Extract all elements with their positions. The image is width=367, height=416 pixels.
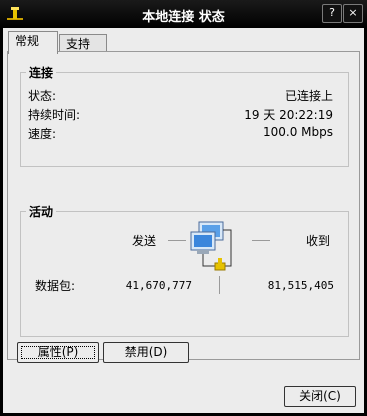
tab-general[interactable]: 常规 <box>8 31 58 54</box>
received-label: 收到 <box>306 234 331 248</box>
properties-button[interactable]: 属性(P) <box>17 342 99 363</box>
received-divider <box>252 240 270 241</box>
close-button[interactable]: 关闭(C) <box>284 386 356 407</box>
packets-divider <box>219 276 220 294</box>
status-value: 已连接上 <box>284 89 333 103</box>
tab-panel-general: 连接 状态: 已连接上 持续时间: 19 天 20:22:19 速度: 100.… <box>7 51 360 360</box>
help-button[interactable]: ? <box>322 4 342 23</box>
duration-label: 持续时间: <box>28 108 81 122</box>
network-computers-icon <box>190 221 232 271</box>
sent-label: 发送 <box>132 234 157 248</box>
status-label: 状态: <box>28 89 57 103</box>
tab-general-label: 常规 <box>15 34 40 48</box>
packets-sent-value: 41,670,777 <box>125 279 192 292</box>
dialog-body: 常规 支持 连接 状态: 已连接上 持续时间: 19 天 20:22:19 速度… <box>3 28 364 413</box>
connection-group: 连接 状态: 已连接上 持续时间: 19 天 20:22:19 速度: 100.… <box>20 64 349 167</box>
activity-group-title: 活动 <box>26 203 57 220</box>
window-title: 本地连接 状态 <box>142 10 225 25</box>
connection-group-title: 连接 <box>26 64 57 81</box>
speed-value: 100.0 Mbps <box>262 125 333 139</box>
speed-label: 速度: <box>28 127 57 141</box>
duration-value: 19 天 20:22:19 <box>244 108 333 122</box>
sent-divider <box>168 240 186 241</box>
activity-group: 活动 发送 收到 数据包: 41,670,777 81,515,405 <box>20 203 349 337</box>
title-bar[interactable]: 本地连接 状态 ? × <box>0 0 367 28</box>
packets-label: 数据包: <box>35 279 76 293</box>
packets-received-value: 81,515,405 <box>267 279 334 292</box>
tab-support-label: 支持 <box>66 37 91 51</box>
close-window-button[interactable]: × <box>343 4 363 23</box>
disable-button[interactable]: 禁用(D) <box>103 342 189 363</box>
